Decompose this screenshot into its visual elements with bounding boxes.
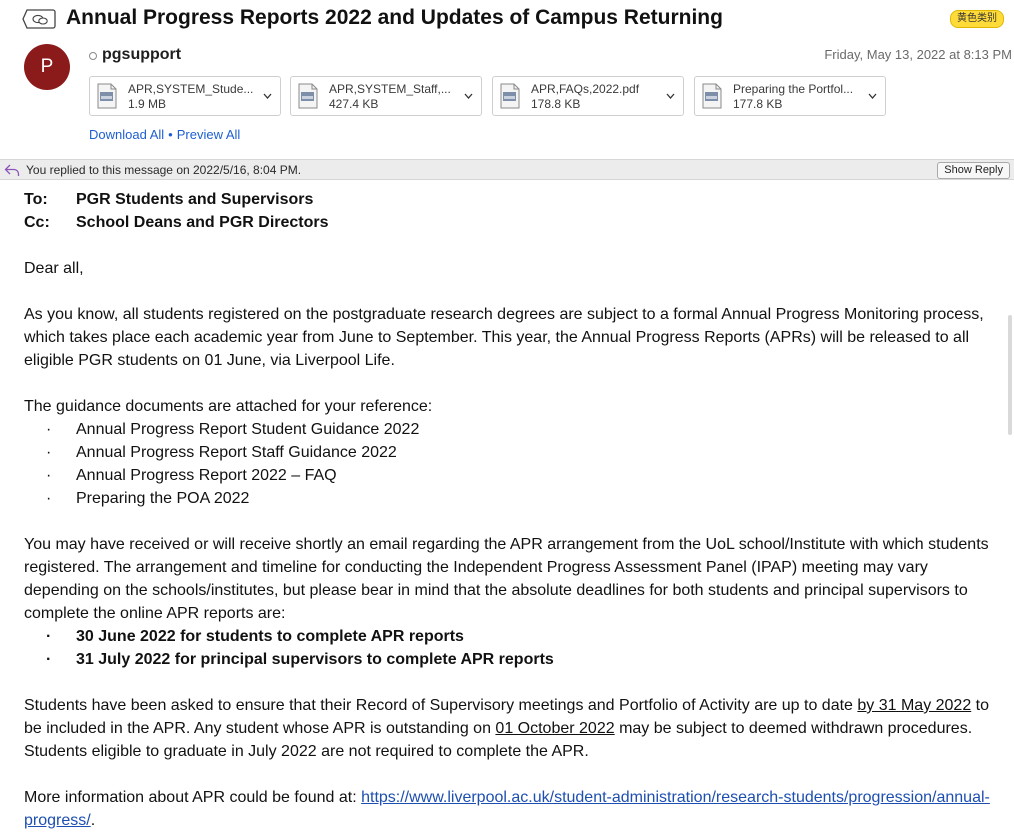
cc-label: Cc: xyxy=(24,214,50,231)
thread-icon[interactable] xyxy=(22,9,56,29)
category-label-badge[interactable]: 黄色类别 xyxy=(950,10,1004,28)
records-date-2: 01 October 2022 xyxy=(495,720,615,737)
to-value: PGR Students and Supervisors xyxy=(76,191,314,208)
message-subject: Annual Progress Reports 2022 and Updates… xyxy=(66,6,723,29)
records-text-a: Students have been asked to ensure that … xyxy=(24,697,858,714)
message-body: To: PGR Students and Supervisors Cc: Sch… xyxy=(24,188,999,832)
actions-separator: • xyxy=(168,127,173,142)
paragraph-intro: As you know, all students registered on … xyxy=(24,306,984,369)
message-date: Friday, May 13, 2022 at 8:13 PM xyxy=(824,47,1012,62)
show-reply-button[interactable]: Show Reply xyxy=(937,162,1010,179)
to-line: To: PGR Students and Supervisors xyxy=(24,188,999,211)
deadline-item: 30 June 2022 for students to complete AP… xyxy=(76,628,464,645)
attachment-3[interactable]: APR,FAQs,2022.pdf 178.8 KB xyxy=(492,76,684,116)
pdf-file-icon xyxy=(298,83,318,109)
to-label: To: xyxy=(24,191,48,208)
paragraph-more-info: More information about APR could be foun… xyxy=(24,786,999,832)
sender-name[interactable]: pgsupport xyxy=(102,46,181,64)
presence-dot-icon xyxy=(89,52,97,60)
pdf-file-icon xyxy=(702,83,722,109)
attachment-name: APR,SYSTEM_Stude... xyxy=(128,82,254,96)
chevron-down-icon[interactable] xyxy=(868,93,877,99)
guidance-item: Annual Progress Report 2022 – FAQ xyxy=(76,467,337,484)
paragraph-records: Students have been asked to ensure that … xyxy=(24,694,999,763)
attachment-2[interactable]: APR,SYSTEM_Staff,... 427.4 KB xyxy=(290,76,482,116)
list-item: · Annual Progress Report Staff Guidance 2… xyxy=(24,441,999,464)
greeting: Dear all, xyxy=(24,260,84,277)
chevron-down-icon[interactable] xyxy=(263,93,272,99)
scrollbar-thumb[interactable] xyxy=(1008,315,1012,435)
guidance-intro: The guidance documents are attached for … xyxy=(24,398,433,415)
guidance-item: Annual Progress Report Student Guidance … xyxy=(76,421,420,438)
bullet-icon: · xyxy=(46,444,52,461)
sender-avatar: P xyxy=(24,44,70,90)
cc-value: School Deans and PGR Directors xyxy=(76,214,329,231)
attachment-1[interactable]: APR,SYSTEM_Stude... 1.9 MB xyxy=(89,76,281,116)
deadline-item: 31 July 2022 for principal supervisors t… xyxy=(76,651,554,668)
cc-line: Cc: School Deans and PGR Directors xyxy=(24,211,999,234)
message-header: Annual Progress Reports 2022 and Updates… xyxy=(0,0,1014,158)
bullet-icon: · xyxy=(46,421,52,438)
guidance-item: Preparing the POA 2022 xyxy=(76,490,250,507)
records-date-1: by 31 May 2022 xyxy=(857,697,972,714)
reply-arrow-icon xyxy=(4,164,20,176)
paragraph-arrangement: You may have received or will receive sh… xyxy=(24,536,989,622)
replied-banner: You replied to this message on 2022/5/16… xyxy=(0,159,1014,180)
attachment-name: APR,FAQs,2022.pdf xyxy=(531,82,640,96)
pdf-file-icon xyxy=(97,83,117,109)
attachment-name: APR,SYSTEM_Staff,... xyxy=(329,82,451,96)
download-all-link[interactable]: Download All xyxy=(89,127,164,142)
list-item: · Preparing the POA 2022 xyxy=(24,487,999,510)
list-item: · Annual Progress Report Student Guidance… xyxy=(24,418,999,441)
replied-text: You replied to this message on 2022/5/16… xyxy=(26,163,302,177)
bullet-icon: · xyxy=(46,490,52,507)
attachment-name: Preparing the Portfol... xyxy=(733,82,854,96)
attachment-4[interactable]: Preparing the Portfol... 177.8 KB xyxy=(694,76,886,116)
more-info-text: More information about APR could be foun… xyxy=(24,789,362,806)
attachment-actions: Download All • Preview All xyxy=(89,127,240,142)
chevron-down-icon[interactable] xyxy=(464,93,473,99)
attachment-size: 427.4 KB xyxy=(329,97,379,111)
subject-row: Annual Progress Reports 2022 and Updates… xyxy=(22,4,1006,34)
bullet-icon: · xyxy=(46,651,52,668)
more-info-end: . xyxy=(90,812,96,829)
guidance-item: Annual Progress Report Staff Guidance 20… xyxy=(76,444,397,461)
attachment-size: 1.9 MB xyxy=(128,97,167,111)
bullet-icon: · xyxy=(46,467,52,484)
list-item: · 30 June 2022 for students to complete A… xyxy=(24,625,999,648)
preview-all-link[interactable]: Preview All xyxy=(177,127,241,142)
list-item: · Annual Progress Report 2022 – FAQ xyxy=(24,464,999,487)
pdf-file-icon xyxy=(500,83,520,109)
chevron-down-icon[interactable] xyxy=(666,93,675,99)
bullet-icon: · xyxy=(46,628,52,645)
list-item: · 31 July 2022 for principal supervisors … xyxy=(24,648,999,671)
attachment-size: 177.8 KB xyxy=(733,97,783,111)
attachment-size: 178.8 KB xyxy=(531,97,581,111)
